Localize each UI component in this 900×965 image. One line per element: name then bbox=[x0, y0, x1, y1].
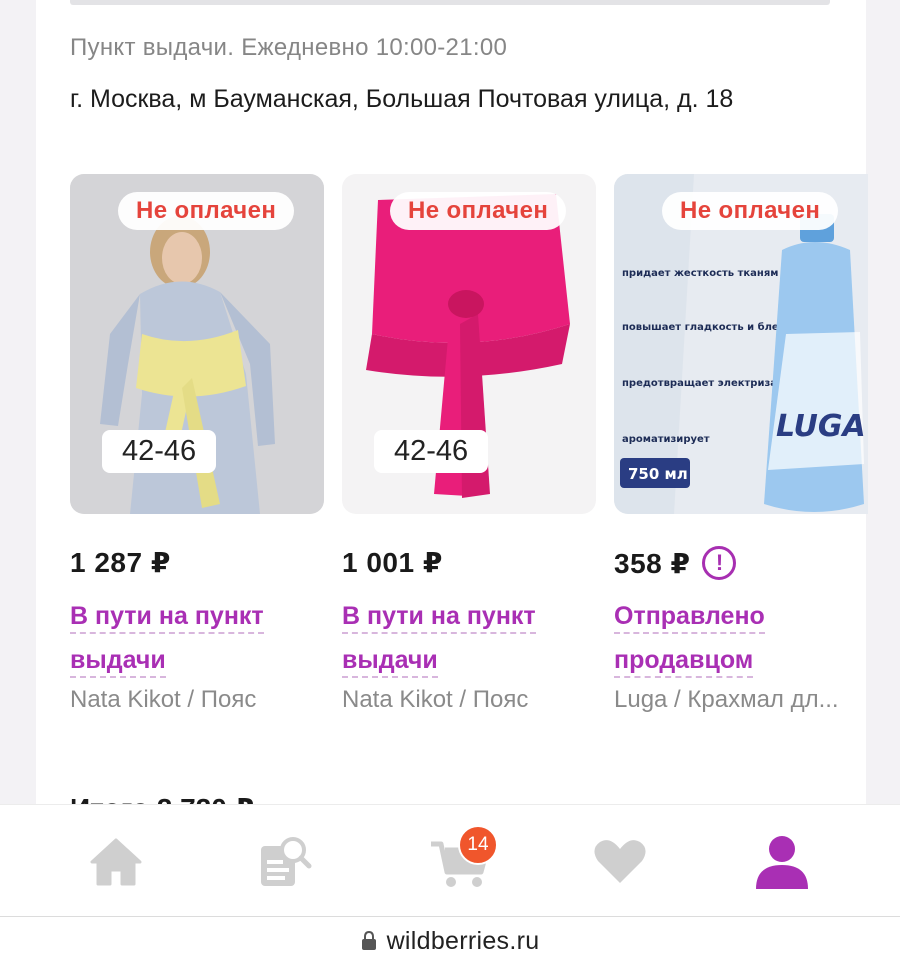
product-card[interactable]: придает жесткость тканям повышает гладко… bbox=[614, 174, 870, 713]
delivery-status-label: В пути на пункт выдачи bbox=[70, 602, 264, 678]
nav-catalog[interactable] bbox=[242, 827, 322, 897]
size-tag: 42-46 bbox=[102, 430, 217, 473]
lock-icon bbox=[361, 931, 376, 950]
product-name: Nata Kikot / Пояс bbox=[342, 686, 529, 713]
price-row: 358 ₽ ! bbox=[614, 546, 737, 580]
cart-count-badge: 14 bbox=[458, 825, 498, 865]
product-card[interactable]: Не оплачен 42-46 1 287 ₽ В пути на пункт… bbox=[70, 174, 326, 713]
unpaid-badge: Не оплачен bbox=[390, 192, 567, 230]
nav-favorites[interactable] bbox=[580, 827, 660, 897]
url-text: wildberries.ru bbox=[386, 926, 540, 955]
delivery-status[interactable]: В пути на пункт выдачи bbox=[342, 594, 592, 682]
unpaid-badge: Не оплачен bbox=[662, 192, 839, 230]
pickup-hours: Пункт выдачи. Ежедневно 10:00-21:00 bbox=[70, 34, 508, 61]
product-image[interactable]: придает жесткость тканям повышает гладко… bbox=[614, 174, 868, 514]
nav-profile[interactable] bbox=[742, 827, 822, 897]
delivery-status[interactable]: Отправлено продавцом bbox=[614, 594, 864, 682]
unpaid-badge: Не оплачен bbox=[118, 192, 295, 230]
divider bbox=[70, 0, 830, 5]
alert-icon[interactable]: ! bbox=[702, 546, 737, 580]
svg-text:750 мл: 750 мл bbox=[628, 465, 688, 483]
delivery-status-label: В пути на пункт выдачи bbox=[342, 602, 536, 678]
svg-text:придает жесткость тканям: придает жесткость тканям bbox=[622, 268, 778, 279]
price: 1 287 ₽ bbox=[70, 547, 171, 578]
product-name: Luga / Крахмал дл... bbox=[614, 686, 839, 713]
svg-text:LUGA: LUGA bbox=[776, 409, 866, 444]
browser-url-bar[interactable]: wildberries.ru bbox=[0, 916, 900, 965]
delivery-status[interactable]: В пути на пункт выдачи bbox=[70, 594, 320, 682]
svg-text:ароматизирует: ароматизирует bbox=[622, 434, 710, 445]
order-page: Пункт выдачи. Ежедневно 10:00-21:00 г. М… bbox=[0, 0, 900, 965]
price-row: 1 287 ₽ bbox=[70, 546, 171, 579]
product-image[interactable]: Не оплачен 42-46 bbox=[70, 174, 324, 514]
price: 1 001 ₽ bbox=[342, 547, 443, 578]
product-card[interactable]: Не оплачен 42-46 1 001 ₽ В пути на пункт… bbox=[342, 174, 598, 713]
product-image[interactable]: Не оплачен 42-46 bbox=[342, 174, 596, 514]
favorites-icon bbox=[594, 840, 646, 883]
nav-cart[interactable]: 14 bbox=[420, 825, 500, 897]
catalog-search-icon bbox=[261, 837, 312, 886]
nav-home[interactable] bbox=[76, 827, 156, 897]
delivery-status-label: Отправлено продавцом bbox=[614, 602, 765, 678]
size-tag: 42-46 bbox=[374, 430, 489, 473]
price-row: 1 001 ₽ bbox=[342, 546, 443, 579]
pickup-address: г. Москва, м Бауманская, Большая Почтова… bbox=[70, 85, 734, 113]
profile-icon bbox=[756, 836, 808, 889]
price: 358 ₽ bbox=[614, 547, 691, 579]
bottom-nav: 14 bbox=[0, 804, 900, 916]
home-icon bbox=[90, 838, 142, 886]
product-name: Nata Kikot / Пояс bbox=[70, 686, 257, 713]
